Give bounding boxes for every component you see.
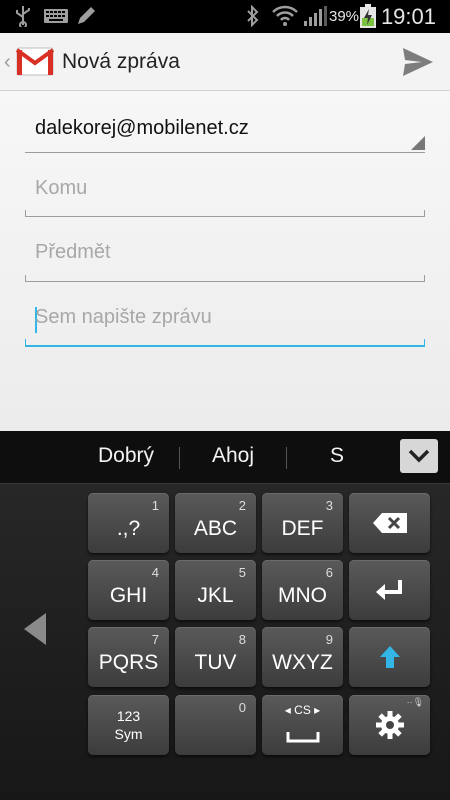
- keyboard: Dobrý Ahoj S 1 .,? 2 ABC 3 DEF 4 GHI 5 J…: [0, 431, 450, 800]
- from-account-value: dalekorej@mobilenet.cz: [35, 117, 249, 139]
- key-2[interactable]: 2 ABC: [175, 493, 256, 553]
- key-8[interactable]: 8 TUV: [175, 627, 256, 687]
- field-underline: [25, 281, 425, 282]
- shift-arrow-icon: [379, 646, 400, 668]
- bluetooth-icon: [247, 5, 259, 27]
- chevron-down-icon: [408, 449, 430, 463]
- key-6[interactable]: 6 MNO: [262, 560, 343, 620]
- space-key[interactable]: ◂ CS ▸: [262, 695, 343, 755]
- dropdown-arrow-icon: [411, 136, 425, 150]
- to-placeholder: Komu: [35, 177, 88, 199]
- key-4[interactable]: 4 GHI: [88, 560, 169, 620]
- language-label: ◂ CS ▸: [284, 703, 321, 717]
- key-7[interactable]: 7 PQRS: [88, 627, 169, 687]
- battery-charging-icon: [360, 4, 376, 28]
- from-account-select[interactable]: dalekorej@mobilenet.cz: [25, 91, 425, 153]
- usb-icon: [16, 6, 30, 27]
- space-bar-icon: [286, 732, 320, 743]
- lang-left-icon: ◂: [284, 703, 295, 717]
- enter-icon: [375, 580, 402, 600]
- subject-placeholder: Předmět: [35, 241, 111, 263]
- backspace-key[interactable]: [349, 493, 430, 553]
- field-underline-focused: [25, 345, 425, 347]
- keyboard-icon: [44, 9, 68, 23]
- key-5[interactable]: 5 JKL: [175, 560, 256, 620]
- battery-percent: 39%: [329, 8, 360, 25]
- key-9[interactable]: 9 WXYZ: [262, 627, 343, 687]
- suggestion-item[interactable]: Ahoj: [190, 444, 276, 468]
- status-bar: 39% 19:01: [0, 0, 450, 33]
- key-3[interactable]: 3 DEF: [262, 493, 343, 553]
- key-0[interactable]: 0: [175, 695, 256, 755]
- cursor-left-arrow-icon[interactable]: [24, 613, 46, 645]
- subject-field[interactable]: Předmět: [25, 235, 425, 285]
- field-underline: [25, 152, 425, 153]
- compose-form: dalekorej@mobilenet.cz Komu Předmět Sem …: [0, 91, 450, 431]
- action-bar: ‹ Nová zpráva: [0, 33, 450, 91]
- message-body-field[interactable]: Sem napište zprávu: [25, 298, 425, 348]
- back-caret-icon[interactable]: ‹: [4, 51, 11, 74]
- gear-icon: [375, 711, 404, 739]
- gmail-icon[interactable]: [16, 43, 54, 79]
- send-icon[interactable]: [400, 44, 436, 80]
- key-1[interactable]: 1 .,?: [88, 493, 169, 553]
- body-placeholder: Sem napište zprávu: [35, 306, 212, 328]
- field-underline: [25, 216, 425, 217]
- clock: 19:01: [380, 4, 436, 29]
- suggestion-item[interactable]: S: [296, 444, 378, 468]
- shift-key[interactable]: [349, 627, 430, 687]
- suggestion-bar: Dobrý Ahoj S: [0, 431, 450, 484]
- page-title: Nová zpráva: [62, 50, 180, 73]
- pen-icon: [78, 7, 95, 24]
- suggestion-item[interactable]: Dobrý: [84, 444, 168, 468]
- to-field[interactable]: Komu: [25, 171, 425, 221]
- settings-key[interactable]: ··🎙: [349, 695, 430, 755]
- signal-icon: [304, 6, 327, 26]
- backspace-icon: [372, 513, 407, 533]
- enter-key[interactable]: [349, 560, 430, 620]
- collapse-suggestions-button[interactable]: [400, 439, 438, 473]
- lang-right-icon: ▸: [310, 703, 321, 717]
- symbols-key[interactable]: 123 Sym: [88, 695, 169, 755]
- wifi-icon: [272, 5, 298, 26]
